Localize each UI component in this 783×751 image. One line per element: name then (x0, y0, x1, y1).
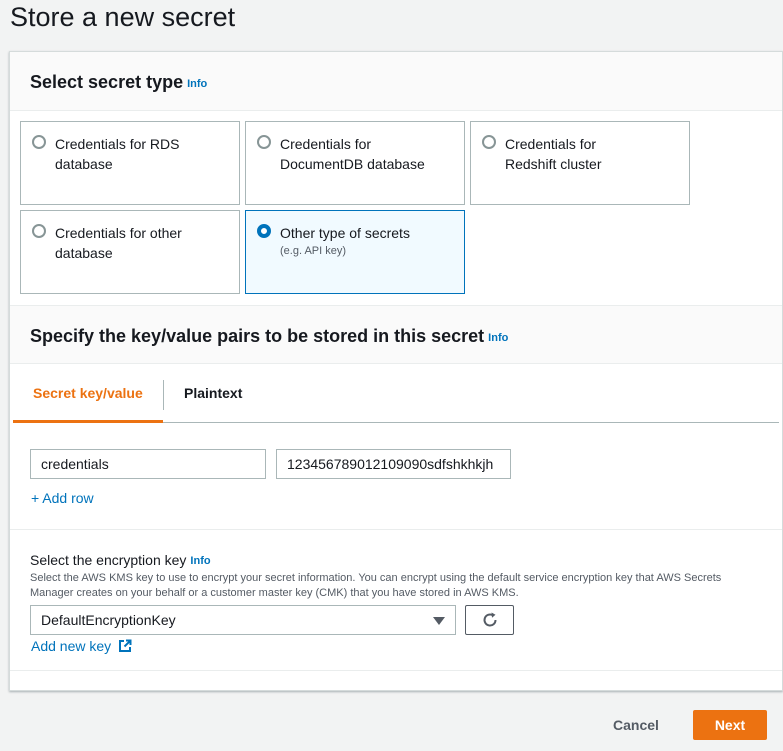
secret-type-title: Select secret type Info (30, 72, 207, 93)
secret-type-option-other-database[interactable]: Credentials for other database (20, 210, 240, 294)
card-bottom-divider (10, 670, 782, 671)
radio-other-database[interactable] (32, 224, 46, 238)
encryption-key-select[interactable]: DefaultEncryptionKey (30, 605, 456, 635)
option-label-redshift: Credentials for Redshift cluster (505, 136, 602, 172)
option-label-rds: Credentials for RDS database (55, 136, 180, 172)
secret-type-option-documentdb[interactable]: Credentials for DocumentDB database (245, 121, 465, 205)
secret-type-info-link[interactable]: Info (187, 78, 207, 90)
kv-tabs: Secret key/value Plaintext (13, 364, 779, 423)
encryption-key-label: Select the encryption key Info (30, 552, 211, 568)
add-new-key-text: Add new key (31, 638, 112, 654)
option-label-documentdb: Credentials for DocumentDB database (280, 136, 425, 172)
refresh-icon (483, 612, 497, 627)
add-new-key-link[interactable]: Add new key (31, 638, 132, 654)
radio-rds[interactable] (32, 135, 46, 149)
secret-key-input[interactable] (30, 449, 266, 479)
page-title: Store a new secret (10, 2, 236, 32)
encryption-key-description: Select the AWS KMS key to use to encrypt… (30, 572, 722, 599)
next-button[interactable]: Next (693, 710, 767, 740)
kv-section-title-text: Specify the key/value pairs to be stored… (30, 326, 485, 346)
secret-type-header: Select secret type Info (10, 52, 782, 111)
tab-secret-key-value[interactable]: Secret key/value (13, 364, 163, 423)
kv-info-link[interactable]: Info (488, 332, 508, 344)
secret-type-option-redshift[interactable]: Credentials for Redshift cluster (470, 121, 690, 205)
radio-redshift[interactable] (482, 135, 496, 149)
encryption-key-label-text: Select the encryption key (30, 552, 187, 568)
refresh-button[interactable] (465, 605, 514, 635)
encryption-info-link[interactable]: Info (190, 555, 210, 567)
kv-section-header: Specify the key/value pairs to be stored… (10, 305, 782, 364)
encryption-key-selected-value: DefaultEncryptionKey (41, 612, 176, 628)
tab-plaintext[interactable]: Plaintext (164, 364, 262, 423)
secret-type-option-rds[interactable]: Credentials for RDS database (20, 121, 240, 205)
kv-section-title: Specify the key/value pairs to be stored… (30, 326, 508, 347)
option-desc-other-secrets: (e.g. API key) (280, 245, 347, 257)
secret-value-input[interactable] (276, 449, 511, 479)
option-label-other-database: Credentials for other database (55, 225, 182, 261)
add-row-link[interactable]: + Add row (31, 490, 94, 506)
cancel-button[interactable]: Cancel (600, 710, 672, 740)
radio-documentdb[interactable] (257, 135, 271, 149)
radio-other-secrets[interactable] (257, 224, 271, 238)
secret-type-option-other-secrets[interactable]: Other type of secrets (e.g. API key) (245, 210, 465, 294)
external-link-icon (119, 639, 132, 652)
secret-type-title-text: Select secret type (30, 72, 184, 92)
section-divider (10, 529, 782, 530)
caret-down-icon (433, 617, 445, 625)
option-label-other-secrets: Other type of secrets (280, 225, 410, 241)
secret-form-card: Select secret type Info Credentials for R… (9, 51, 783, 691)
